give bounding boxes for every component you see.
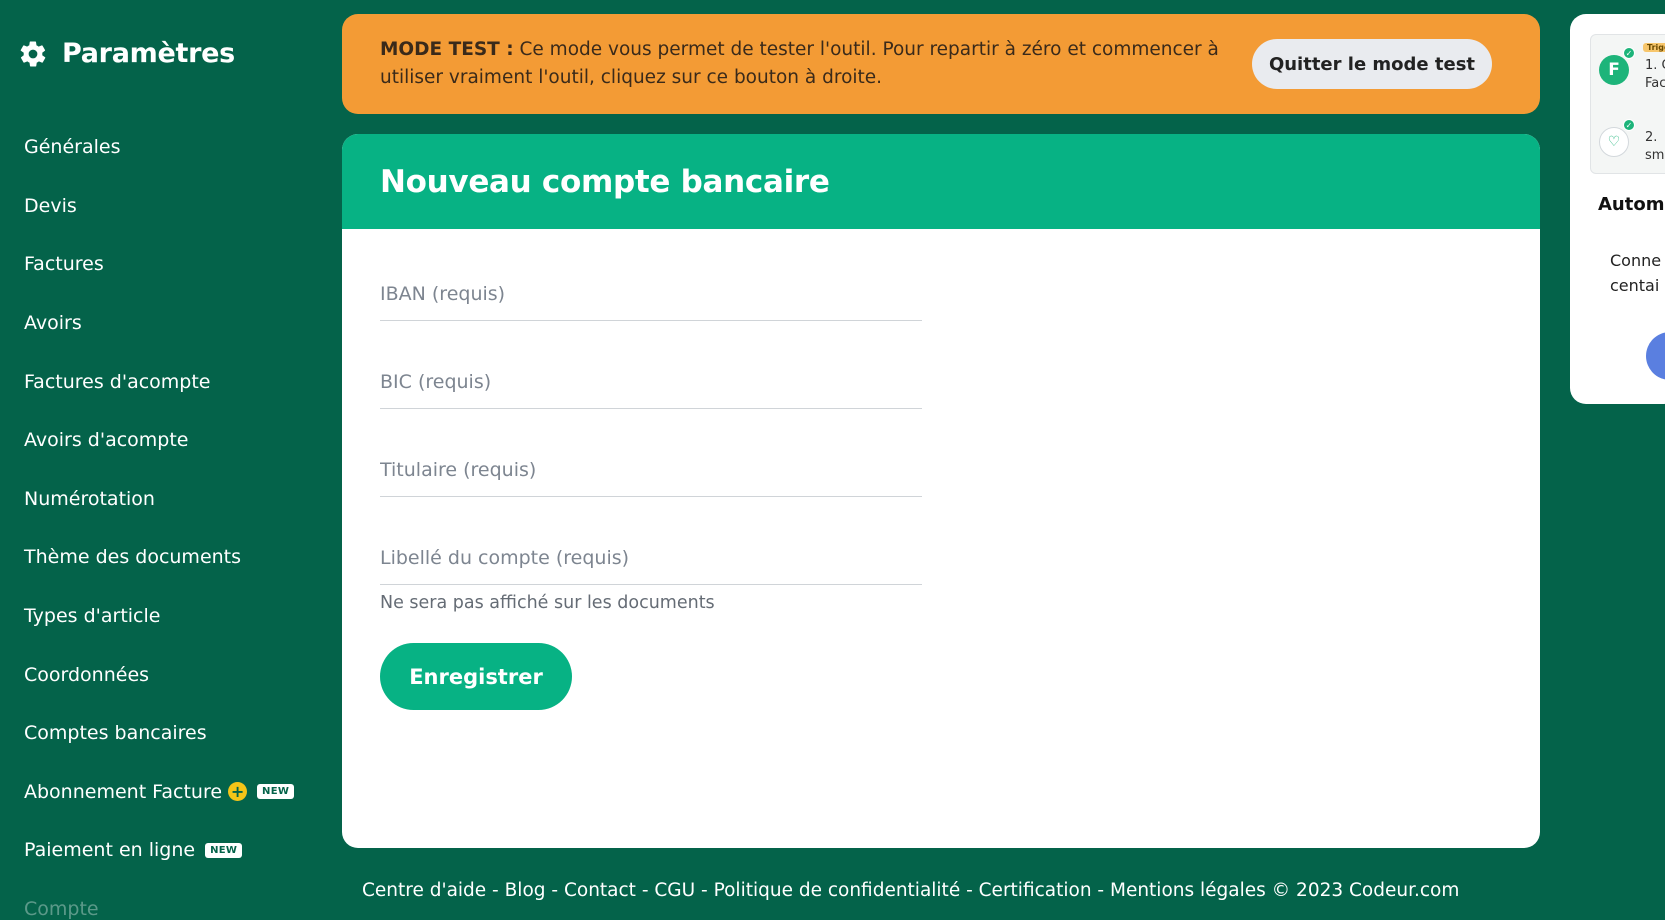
- sms-app-icon: ♡: [1599, 127, 1629, 157]
- quit-test-mode-button[interactable]: Quitter le mode test: [1252, 39, 1492, 89]
- preview-step-line: Fac: [1645, 76, 1665, 91]
- save-button[interactable]: Enregistrer: [380, 643, 572, 710]
- sidebar-item-label: Abonnement Facture: [24, 780, 223, 803]
- sidebar-item-theme[interactable]: Thème des documents: [24, 528, 294, 587]
- sidebar-item-label: Avoirs d'acompte: [24, 429, 189, 452]
- sidebar-item-comptes-bancaires[interactable]: Comptes bancaires: [24, 704, 294, 763]
- bic-input[interactable]: [380, 367, 922, 397]
- preview-step-text: 2. sm: [1645, 129, 1664, 165]
- footer-copyright: © 2023 Codeur.com: [1271, 880, 1460, 901]
- holder-input[interactable]: [380, 455, 922, 485]
- card-header: Nouveau compte bancaire: [342, 134, 1540, 229]
- sidebar-item-factures-acompte[interactable]: Factures d'acompte: [24, 352, 294, 411]
- sidebar-item-devis[interactable]: Devis: [24, 177, 294, 236]
- sidebar-item-label: Comptes bancaires: [24, 722, 207, 745]
- trigger-tag: Trigger: [1643, 43, 1665, 52]
- gear-icon: [20, 40, 46, 67]
- sidebar-item-avoirs-acompte[interactable]: Avoirs d'acompte: [24, 411, 294, 470]
- account-label-hint: Ne sera pas affiché sur les documents: [380, 593, 715, 613]
- sidebar-item-label: Paiement en ligne: [24, 839, 196, 862]
- new-badge: NEW: [205, 842, 243, 858]
- footer-link-privacy[interactable]: Politique de confidentialité: [714, 880, 961, 901]
- footer-link-help[interactable]: Centre d'aide: [362, 880, 486, 901]
- sidebar-item-types-article[interactable]: Types d'article: [24, 587, 294, 646]
- sidebar-item-compte[interactable]: Compte: [24, 880, 294, 920]
- sidebar-item-label: Factures d'acompte: [24, 370, 211, 393]
- panel-title: Automa: [1598, 194, 1665, 215]
- sidebar-item-factures[interactable]: Factures: [24, 235, 294, 294]
- iban-input[interactable]: [380, 279, 922, 309]
- automation-preview-image: Trigger F ✓ 1. C Fac ♡ ✓ 2. sm: [1590, 34, 1665, 174]
- panel-desc-line: centai: [1610, 276, 1660, 295]
- footer: Centre d'aide - Blog - Contact - CGU - P…: [362, 880, 1459, 901]
- sidebar-item-paiement[interactable]: Paiement en ligne NEW: [24, 821, 294, 880]
- footer-link-certification[interactable]: Certification: [979, 880, 1092, 901]
- page-title: Nouveau compte bancaire: [380, 163, 830, 200]
- footer-separator: -: [545, 880, 564, 901]
- sidebar-item-label: Factures: [24, 253, 104, 276]
- panel-desc-line: Conne: [1610, 251, 1662, 270]
- sidebar: Paramètres Générales Devis Factures Avoi…: [0, 0, 330, 920]
- sidebar-item-coordonnees[interactable]: Coordonnées: [24, 645, 294, 704]
- sidebar-item-label: Avoirs: [24, 312, 82, 335]
- preview-step-1: Trigger F ✓ 1. C Fac: [1597, 43, 1665, 103]
- sidebar-item-label: Numérotation: [24, 487, 155, 510]
- sidebar-item-label: Types d'article: [24, 605, 161, 628]
- sidebar-item-label: Compte: [24, 898, 99, 920]
- sidebar-item-avoirs[interactable]: Avoirs: [24, 294, 294, 353]
- new-badge: NEW: [257, 784, 295, 800]
- bic-field-wrapper: [380, 367, 922, 409]
- sidebar-title: Paramètres: [62, 38, 235, 69]
- sidebar-item-abonnement[interactable]: Abonnement Facture + NEW: [24, 763, 295, 822]
- sidebar-item-generales[interactable]: Générales: [24, 118, 294, 177]
- preview-step-line: 1. C: [1645, 58, 1665, 73]
- footer-link-legal[interactable]: Mentions légales: [1110, 880, 1266, 901]
- settings-nav: Générales Devis Factures Avoirs Factures…: [24, 118, 295, 920]
- panel-description: Conne centai: [1610, 248, 1661, 298]
- app-logo-icon: F: [1599, 55, 1629, 85]
- check-icon: ✓: [1623, 47, 1635, 59]
- holder-field-wrapper: [380, 455, 922, 497]
- iban-field-wrapper: [380, 279, 922, 321]
- footer-separator: -: [695, 880, 714, 901]
- account-label-input[interactable]: [380, 543, 922, 573]
- plus-badge-icon: +: [228, 782, 248, 802]
- sidebar-header: Paramètres: [18, 38, 235, 69]
- account-label-field-wrapper: [380, 543, 922, 585]
- preview-step-line: sm: [1645, 148, 1665, 163]
- sidebar-item-label: Thème des documents: [24, 546, 242, 569]
- sidebar-item-label: Coordonnées: [24, 663, 150, 686]
- test-mode-text: MODE TEST : Ce mode vous permet de teste…: [380, 36, 1252, 92]
- test-mode-banner: MODE TEST : Ce mode vous permet de teste…: [342, 14, 1540, 114]
- bank-account-form: Ne sera pas affiché sur les documents En…: [380, 279, 922, 710]
- footer-link-contact[interactable]: Contact: [564, 880, 636, 901]
- sidebar-item-numerotation[interactable]: Numérotation: [24, 470, 294, 529]
- panel-action-button[interactable]: [1646, 332, 1665, 380]
- footer-separator: -: [1091, 880, 1110, 901]
- preview-step-line: 2.: [1645, 130, 1658, 145]
- sidebar-item-label: Devis: [24, 194, 77, 217]
- footer-separator: -: [960, 880, 979, 901]
- check-icon: ✓: [1623, 119, 1635, 131]
- test-mode-label: MODE TEST :: [380, 39, 514, 60]
- footer-separator: -: [635, 880, 655, 901]
- footer-separator: -: [486, 880, 505, 901]
- footer-link-blog[interactable]: Blog: [505, 880, 546, 901]
- preview-step-text: 1. C Fac: [1645, 57, 1665, 93]
- footer-link-cgu[interactable]: CGU: [654, 880, 695, 901]
- automation-promo-panel: Trigger F ✓ 1. C Fac ♡ ✓ 2. sm Automa Conn…: [1570, 14, 1665, 404]
- preview-step-2: ♡ ✓ 2. sm: [1597, 115, 1665, 173]
- sidebar-item-label: Générales: [24, 136, 121, 159]
- new-bank-account-card: Nouveau compte bancaire Ne sera pas affi…: [342, 134, 1540, 848]
